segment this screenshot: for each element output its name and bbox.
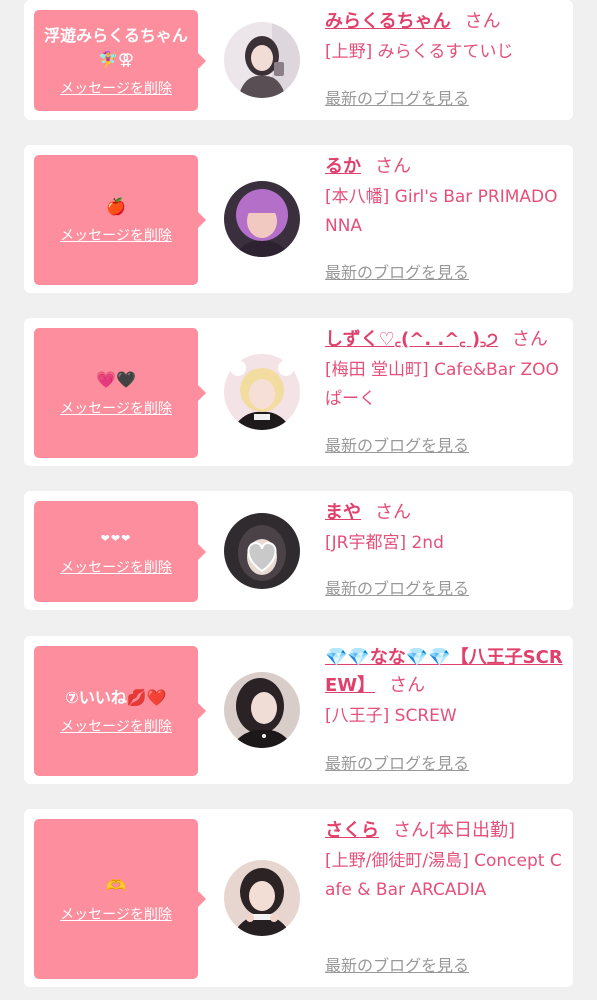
sender-name-link[interactable]: 💎💎なな💎💎【八王子SCREW】 xyxy=(325,647,563,696)
shop-name: [上野/御徒町/湯島] Concept Cafe & Bar ARCADIA xyxy=(325,851,562,900)
message-text: ❤❤❤ xyxy=(100,531,132,545)
avatar[interactable] xyxy=(224,22,300,98)
list-item: ❤❤❤ メッセージを削除 まや さん [JR宇都宮] 2nd 最新のブログを見る xyxy=(24,491,573,610)
honorific: さん xyxy=(389,675,426,696)
sender-info: しずく♡꜀(^. .^꜀ )꜆੭ さん [梅田 堂山町] Cafe&Bar ZOO… xyxy=(325,326,565,414)
sender-info: まや さん [JR宇都宮] 2nd xyxy=(325,499,565,558)
sender-info: みらくるちゃん さん [上野] みらくるすていじ xyxy=(325,8,565,67)
shop-name: [八王子] SCREW xyxy=(325,706,457,726)
list-item: ⑦いいね💋❤️ メッセージを削除 💎💎なな💎💎【八王子SCREW】 さん [八王子… xyxy=(24,636,573,784)
message-bubble: 🫶 メッセージを削除 xyxy=(34,819,206,979)
delete-message-link[interactable]: メッセージを削除 xyxy=(60,225,172,245)
sender-name-link[interactable]: るか xyxy=(325,156,361,177)
shop-name: [梅田 堂山町] Cafe&Bar ZOOぱーく xyxy=(325,360,559,409)
delete-message-link[interactable]: メッセージを削除 xyxy=(60,716,172,736)
delete-message-link[interactable]: メッセージを削除 xyxy=(60,557,172,577)
latest-blog-link[interactable]: 最新のブログを見る xyxy=(325,259,469,283)
sender-name-link[interactable]: まや xyxy=(325,502,361,523)
message-bubble: 🍎 メッセージを削除 xyxy=(34,155,206,285)
honorific: さん[本日出勤] xyxy=(393,820,516,841)
sender-info: 💎💎なな💎💎【八王子SCREW】 さん [八王子] SCREW xyxy=(325,644,565,731)
message-bubble: ❤❤❤ メッセージを削除 xyxy=(34,501,206,602)
sender-info: さくら さん[本日出勤] [上野/御徒町/湯島] Concept Cafe & B… xyxy=(325,817,565,905)
latest-blog-link[interactable]: 最新のブログを見る xyxy=(325,750,469,774)
delete-message-link[interactable]: メッセージを削除 xyxy=(60,78,172,98)
message-text: 💗🖤 xyxy=(96,370,136,389)
shop-name: [本八幡] Girl's Bar PRIMADONNA xyxy=(325,187,558,236)
latest-blog-link[interactable]: 最新のブログを見る xyxy=(325,85,469,109)
message-text: 浮遊みらくるちゃん🧚‍♀️⚢ xyxy=(44,25,188,69)
shop-name: [JR宇都宮] 2nd xyxy=(325,533,444,553)
honorific: さん xyxy=(511,329,548,350)
latest-blog-link[interactable]: 最新のブログを見る xyxy=(325,432,469,456)
sender-name-link[interactable]: しずく♡꜀(^. .^꜀ )꜆੭ xyxy=(325,329,498,350)
sender-name-link[interactable]: さくら xyxy=(325,820,379,841)
sender-info: るか さん [本八幡] Girl's Bar PRIMADONNA xyxy=(325,153,565,241)
list-item: 🫶 メッセージを削除 さくら さん[本日出勤] [上野/御徒町/湯島] Conce… xyxy=(24,809,573,987)
list-item: 💗🖤 メッセージを削除 しずく♡꜀(^. .^꜀ )꜆੭ さん [梅田 堂山町] … xyxy=(24,318,573,466)
message-bubble: ⑦いいね💋❤️ メッセージを削除 xyxy=(34,646,206,776)
message-text: ⑦いいね💋❤️ xyxy=(65,688,167,707)
list-item: 浮遊みらくるちゃん🧚‍♀️⚢ メッセージを削除 みらくるちゃん さん [上野] み… xyxy=(24,0,573,120)
message-list: 浮遊みらくるちゃん🧚‍♀️⚢ メッセージを削除 みらくるちゃん さん [上野] み… xyxy=(0,0,597,1000)
list-item: 🍎 メッセージを削除 るか さん [本八幡] Girl's Bar PRIMADO… xyxy=(24,145,573,293)
sender-name-link[interactable]: みらくるちゃん xyxy=(325,11,451,32)
shop-name: [上野] みらくるすていじ xyxy=(325,42,514,62)
latest-blog-link[interactable]: 最新のブログを見る xyxy=(325,952,469,976)
avatar[interactable] xyxy=(224,354,300,430)
delete-message-link[interactable]: メッセージを削除 xyxy=(60,398,172,418)
avatar[interactable] xyxy=(224,860,300,936)
message-text: 🍎 xyxy=(106,197,126,216)
honorific: さん xyxy=(464,11,501,32)
avatar[interactable] xyxy=(224,672,300,748)
avatar[interactable] xyxy=(224,513,300,589)
honorific: さん xyxy=(375,502,411,523)
message-bubble: 浮遊みらくるちゃん🧚‍♀️⚢ メッセージを削除 xyxy=(34,10,206,111)
latest-blog-link[interactable]: 最新のブログを見る xyxy=(325,575,469,599)
message-bubble: 💗🖤 メッセージを削除 xyxy=(34,328,206,458)
delete-message-link[interactable]: メッセージを削除 xyxy=(60,904,172,924)
message-text: 🫶 xyxy=(106,876,126,895)
avatar[interactable] xyxy=(224,181,300,257)
honorific: さん xyxy=(375,156,411,177)
